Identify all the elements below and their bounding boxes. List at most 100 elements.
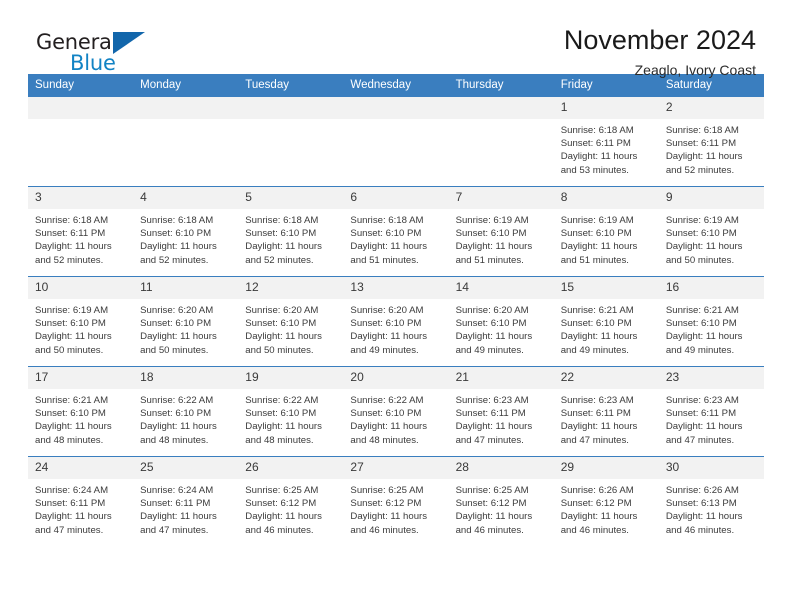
daylight-line-1: Daylight: 11 hours (350, 421, 428, 433)
daylight-line-1: Daylight: 11 hours (455, 421, 533, 433)
day-number: 15 (553, 277, 659, 299)
day-cell[interactable] (238, 97, 344, 187)
day-cell[interactable]: 29 Sunrise: 6:26 AM Sunset: 6:12 PM Dayl… (553, 456, 659, 546)
day-cell[interactable]: 25 Sunrise: 6:24 AM Sunset: 6:11 PM Dayl… (133, 456, 239, 546)
day-cell[interactable]: 2 Sunrise: 6:18 AM Sunset: 6:11 PM Dayli… (658, 97, 764, 187)
day-number: 14 (448, 277, 554, 299)
calendar-table: Sunday Monday Tuesday Wednesday Thursday… (28, 74, 764, 546)
day-details: Sunrise: 6:21 AM Sunset: 6:10 PM Dayligh… (659, 299, 764, 357)
sunset-line: Sunset: 6:10 PM (665, 318, 737, 330)
daylight-line-2: and 47 minutes. (665, 434, 735, 446)
day-details: Sunrise: 6:18 AM Sunset: 6:11 PM Dayligh… (554, 119, 659, 177)
daylight-line-1: Daylight: 11 hours (245, 241, 322, 253)
day-number: 23 (658, 367, 764, 389)
daylight-line-1: Daylight: 11 hours (350, 511, 428, 523)
day-cell[interactable]: 28 Sunrise: 6:25 AM Sunset: 6:12 PM Dayl… (448, 456, 554, 546)
daylight-line-2: and 48 minutes. (35, 434, 104, 446)
day-details: Sunrise: 6:20 AM Sunset: 6:10 PM Dayligh… (343, 299, 448, 357)
day-cell[interactable]: 5 Sunrise: 6:18 AM Sunset: 6:10 PM Dayli… (238, 186, 344, 277)
sunset-line: Sunset: 6:10 PM (350, 318, 422, 330)
day-cell[interactable]: 20 Sunrise: 6:22 AM Sunset: 6:10 PM Dayl… (343, 366, 449, 457)
day-cell[interactable]: 1 Sunrise: 6:18 AM Sunset: 6:11 PM Dayli… (553, 97, 659, 187)
day-cell[interactable] (448, 97, 554, 187)
sunrise-line: Sunrise: 6:25 AM (245, 485, 319, 496)
day-cell[interactable]: 6 Sunrise: 6:18 AM Sunset: 6:10 PM Dayli… (343, 186, 449, 277)
day-cell[interactable]: 23 Sunrise: 6:23 AM Sunset: 6:11 PM Dayl… (658, 366, 764, 457)
day-cell[interactable] (343, 97, 449, 187)
daylight-line-1: Daylight: 11 hours (560, 421, 638, 433)
daylight-line-2: and 51 minutes. (560, 254, 629, 266)
sunset-line: Sunset: 6:10 PM (35, 318, 106, 330)
daylight-line-1: Daylight: 11 hours (35, 511, 112, 523)
day-cell[interactable]: 4 Sunrise: 6:18 AM Sunset: 6:10 PM Dayli… (133, 186, 239, 277)
sunrise-line: Sunrise: 6:18 AM (560, 125, 634, 136)
sunrise-line: Sunrise: 6:21 AM (665, 305, 739, 316)
daylight-line-2: and 49 minutes. (665, 344, 735, 356)
page-header: General Blue November 2024 Zeaglo, Ivory… (28, 0, 764, 78)
daylight-line-1: Daylight: 11 hours (455, 241, 533, 253)
day-number: 27 (343, 457, 449, 479)
sunset-line: Sunset: 6:12 PM (245, 498, 317, 510)
day-details: Sunrise: 6:22 AM Sunset: 6:10 PM Dayligh… (133, 389, 238, 447)
day-cell[interactable]: 7 Sunrise: 6:19 AM Sunset: 6:10 PM Dayli… (448, 186, 554, 277)
day-cell[interactable]: 11 Sunrise: 6:20 AM Sunset: 6:10 PM Dayl… (133, 276, 239, 367)
sunset-line: Sunset: 6:11 PM (665, 138, 737, 150)
day-cell[interactable]: 19 Sunrise: 6:22 AM Sunset: 6:10 PM Dayl… (238, 366, 344, 457)
day-number: 13 (343, 277, 449, 299)
day-cell[interactable]: 13 Sunrise: 6:20 AM Sunset: 6:10 PM Dayl… (343, 276, 449, 367)
daylight-line-1: Daylight: 11 hours (665, 331, 743, 343)
week-row: 1 Sunrise: 6:18 AM Sunset: 6:11 PM Dayli… (28, 97, 764, 187)
sunrise-line: Sunrise: 6:26 AM (560, 485, 634, 496)
sunset-line: Sunset: 6:10 PM (140, 318, 212, 330)
daylight-line-2: and 51 minutes. (455, 254, 524, 266)
sunset-line: Sunset: 6:11 PM (140, 498, 211, 510)
day-number: 25 (133, 457, 239, 479)
day-cell[interactable]: 27 Sunrise: 6:25 AM Sunset: 6:12 PM Dayl… (343, 456, 449, 546)
sunrise-line: Sunrise: 6:23 AM (665, 395, 739, 406)
daylight-line-2: and 46 minutes. (245, 524, 314, 536)
daylight-line-2: and 48 minutes. (140, 434, 209, 446)
day-cell[interactable]: 24 Sunrise: 6:24 AM Sunset: 6:11 PM Dayl… (28, 456, 134, 546)
day-details: Sunrise: 6:24 AM Sunset: 6:11 PM Dayligh… (133, 479, 238, 537)
day-details: Sunrise: 6:18 AM Sunset: 6:11 PM Dayligh… (28, 209, 133, 267)
sunset-line: Sunset: 6:10 PM (245, 228, 317, 240)
day-cell[interactable]: 26 Sunrise: 6:25 AM Sunset: 6:12 PM Dayl… (238, 456, 344, 546)
day-details: Sunrise: 6:18 AM Sunset: 6:10 PM Dayligh… (343, 209, 448, 267)
sunrise-line: Sunrise: 6:20 AM (455, 305, 529, 316)
sunset-line: Sunset: 6:13 PM (665, 498, 737, 510)
day-number: 21 (448, 367, 554, 389)
day-details: Sunrise: 6:25 AM Sunset: 6:12 PM Dayligh… (238, 479, 343, 537)
sunset-line: Sunset: 6:11 PM (560, 408, 631, 420)
day-cell[interactable]: 21 Sunrise: 6:23 AM Sunset: 6:11 PM Dayl… (448, 366, 554, 457)
daylight-line-2: and 47 minutes. (560, 434, 629, 446)
day-cell[interactable] (28, 97, 134, 187)
day-cell[interactable]: 30 Sunrise: 6:26 AM Sunset: 6:13 PM Dayl… (658, 456, 764, 546)
day-number: 5 (238, 187, 344, 209)
daylight-line-1: Daylight: 11 hours (560, 241, 638, 253)
day-cell[interactable]: 9 Sunrise: 6:19 AM Sunset: 6:10 PM Dayli… (658, 186, 764, 277)
sunset-line: Sunset: 6:10 PM (350, 408, 422, 420)
day-cell[interactable]: 12 Sunrise: 6:20 AM Sunset: 6:10 PM Dayl… (238, 276, 344, 367)
day-cell[interactable]: 8 Sunrise: 6:19 AM Sunset: 6:10 PM Dayli… (553, 186, 659, 277)
day-number: 9 (658, 187, 764, 209)
day-number: 20 (343, 367, 449, 389)
day-cell[interactable]: 10 Sunrise: 6:19 AM Sunset: 6:10 PM Dayl… (28, 276, 134, 367)
day-cell[interactable]: 17 Sunrise: 6:21 AM Sunset: 6:10 PM Dayl… (28, 366, 134, 457)
daylight-line-2: and 50 minutes. (140, 344, 209, 356)
day-cell[interactable]: 15 Sunrise: 6:21 AM Sunset: 6:10 PM Dayl… (553, 276, 659, 367)
day-cell[interactable]: 14 Sunrise: 6:20 AM Sunset: 6:10 PM Dayl… (448, 276, 554, 367)
week-row: 17 Sunrise: 6:21 AM Sunset: 6:10 PM Dayl… (28, 366, 764, 457)
day-cell[interactable]: 3 Sunrise: 6:18 AM Sunset: 6:11 PM Dayli… (28, 186, 134, 277)
day-cell[interactable]: 16 Sunrise: 6:21 AM Sunset: 6:10 PM Dayl… (658, 276, 764, 367)
day-cell[interactable]: 18 Sunrise: 6:22 AM Sunset: 6:10 PM Dayl… (133, 366, 239, 457)
daylight-line-1: Daylight: 11 hours (140, 421, 217, 433)
brand-logo[interactable]: General Blue (36, 30, 226, 82)
daylight-line-2: and 50 minutes. (35, 344, 104, 356)
week-row: 10 Sunrise: 6:19 AM Sunset: 6:10 PM Dayl… (28, 276, 764, 367)
day-cell[interactable] (133, 97, 239, 187)
sunset-line: Sunset: 6:10 PM (455, 228, 527, 240)
weekday-header-wednesday: Wednesday (343, 74, 449, 97)
calendar-page: General Blue November 2024 Zeaglo, Ivory… (0, 0, 792, 612)
daylight-line-1: Daylight: 11 hours (455, 331, 533, 343)
day-cell[interactable]: 22 Sunrise: 6:23 AM Sunset: 6:11 PM Dayl… (553, 366, 659, 457)
